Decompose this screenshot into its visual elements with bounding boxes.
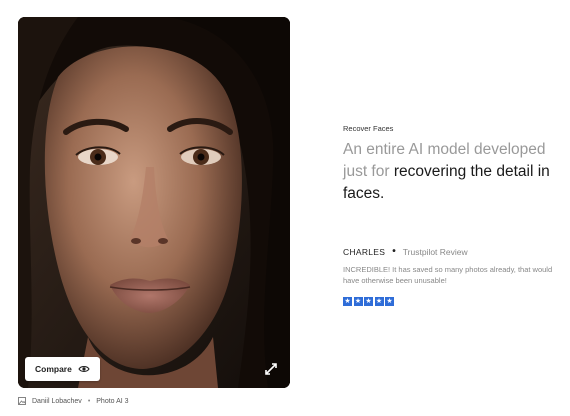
photo-author: Daniil Lobachev <box>32 397 82 405</box>
feature-headline: An entire AI model developed just for re… <box>343 139 563 205</box>
star-rating: ★ ★ ★ ★ ★ <box>343 297 394 306</box>
portrait-image <box>18 17 290 388</box>
review-source: Trustpilot Review <box>402 246 468 257</box>
photo-caption: Daniil Lobachev • Photo AI 3 <box>18 397 129 405</box>
compare-button[interactable]: Compare <box>25 357 100 381</box>
image-icon <box>18 397 26 405</box>
eye-icon <box>78 365 90 373</box>
photo-product: Photo AI 3 <box>96 397 129 405</box>
star-icon: ★ <box>385 297 394 306</box>
star-icon: ★ <box>374 297 384 306</box>
review-header: CHARLES • Trustpilot Review <box>343 246 468 257</box>
review-text: INCREDIBLE! It has saved so many photos … <box>343 265 553 285</box>
portrait-photo-card: Compare <box>18 17 290 388</box>
compare-label: Compare <box>35 364 72 374</box>
reviewer-name: CHARLES <box>343 246 386 257</box>
star-icon: ★ <box>353 297 363 306</box>
review-separator: • <box>392 246 396 257</box>
expand-icon[interactable] <box>264 362 278 376</box>
star-icon: ★ <box>343 297 352 306</box>
section-label: Recover Faces <box>343 124 394 133</box>
star-icon: ★ <box>364 297 373 306</box>
caption-separator: • <box>87 397 91 405</box>
